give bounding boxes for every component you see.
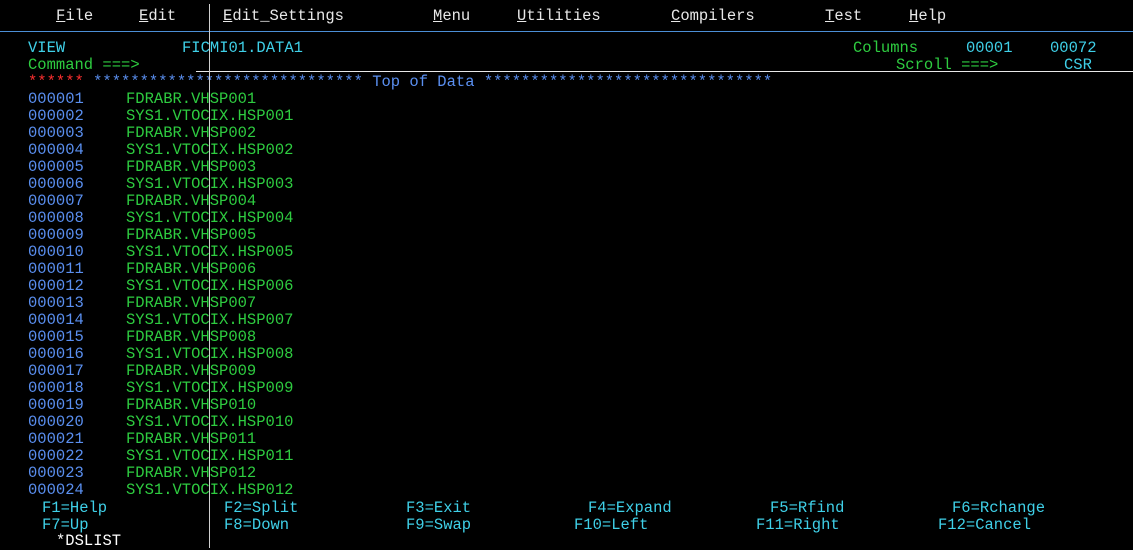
- split-cursor-bar: [209, 4, 210, 548]
- line-number[interactable]: 000015: [28, 329, 126, 346]
- line-text[interactable]: FDRABR.VHSP006: [126, 260, 256, 278]
- table-row: 000012SYS1.VTOCIX.HSP006: [28, 278, 293, 295]
- data-rows: 000001FDRABR.VHSP001 000002SYS1.VTOCIX.H…: [28, 91, 293, 499]
- line-number[interactable]: 000004: [28, 142, 126, 159]
- line-number[interactable]: 000021: [28, 431, 126, 448]
- table-row: 000009 FDRABR.VHSP005: [28, 227, 293, 244]
- table-row: 000014SYS1.VTOCIX.HSP007: [28, 312, 293, 329]
- table-row: 000011 FDRABR.VHSP006: [28, 261, 293, 278]
- table-row: 000004SYS1.VTOCIX.HSP002: [28, 142, 293, 159]
- view-mode: VIEW: [28, 39, 66, 57]
- menu-help[interactable]: Help: [909, 6, 946, 26]
- menu-menu[interactable]: Menu: [433, 6, 470, 26]
- line-number[interactable]: 000023: [28, 465, 126, 482]
- menu-utilities[interactable]: Utilities: [517, 6, 601, 26]
- fkey-f10-left[interactable]: F10=Left: [574, 517, 648, 534]
- line-text[interactable]: FDRABR.VHSP007: [126, 294, 256, 312]
- line-number[interactable]: 000020: [28, 414, 126, 431]
- menu-file[interactable]: File: [56, 6, 93, 26]
- line-text[interactable]: FDRABR.VHSP005: [126, 226, 256, 244]
- line-text[interactable]: FDRABR.VHSP003: [126, 158, 256, 176]
- menu-edit-settings[interactable]: Edit_Settings: [223, 6, 344, 26]
- menu-test[interactable]: Test: [825, 6, 862, 26]
- menu-compilers[interactable]: Compilers: [671, 6, 755, 26]
- line-number[interactable]: 000019: [28, 397, 126, 414]
- table-row: 000008SYS1.VTOCIX.HSP004: [28, 210, 293, 227]
- table-row: 000017 FDRABR.VHSP009: [28, 363, 293, 380]
- table-row: 000023 FDRABR.VHSP012: [28, 465, 293, 482]
- line-text[interactable]: FDRABR.VHSP002: [126, 124, 256, 142]
- table-row: 000019 FDRABR.VHSP010: [28, 397, 293, 414]
- line-number[interactable]: 000008: [28, 210, 126, 227]
- table-row: 000007 FDRABR.VHSP004: [28, 193, 293, 210]
- table-row: 000001 FDRABR.VHSP001: [28, 91, 293, 108]
- table-row: 000003 FDRABR.VHSP002: [28, 125, 293, 142]
- scroll-amount-field[interactable]: CSR: [1064, 57, 1092, 74]
- line-number[interactable]: 000024: [28, 482, 126, 499]
- fkey-f12-cancel[interactable]: F12=Cancel: [938, 517, 1031, 534]
- fkey-f9-swap[interactable]: F9=Swap: [406, 517, 471, 534]
- table-row: 000024SYS1.VTOCIX.HSP012: [28, 482, 293, 499]
- columns-label: Columns: [853, 39, 919, 57]
- line-number[interactable]: 000014: [28, 312, 126, 329]
- top-of-data-marker: ******: [28, 73, 84, 91]
- line-number[interactable]: 000002: [28, 108, 126, 125]
- table-row: 000015 FDRABR.VHSP008: [28, 329, 293, 346]
- dataset-name: FICMI01.DATA1: [182, 39, 303, 57]
- line-text[interactable]: FDRABR.VHSP010: [126, 396, 256, 414]
- line-number[interactable]: 000009: [28, 227, 126, 244]
- fkey-f6-rchange[interactable]: F6=Rchange: [952, 500, 1045, 517]
- command-label: Command ===>: [28, 56, 140, 74]
- fkey-f5-rfind[interactable]: F5=Rfind: [770, 500, 844, 517]
- line-number[interactable]: 000005: [28, 159, 126, 176]
- line-number[interactable]: 000011: [28, 261, 126, 278]
- table-row: 000006SYS1.VTOCIX.HSP003: [28, 176, 293, 193]
- table-row: 000018SYS1.VTOCIX.HSP009: [28, 380, 293, 397]
- line-number[interactable]: 000022: [28, 448, 126, 465]
- fkey-f11-right[interactable]: F11=Right: [756, 517, 840, 534]
- menu-bar: File Edit Edit_Settings Menu Utilities C…: [56, 6, 946, 26]
- table-row: 000020SYS1.VTOCIX.HSP010: [28, 414, 293, 431]
- fkey-f8-down[interactable]: F8=Down: [224, 517, 289, 534]
- line-number[interactable]: 000010: [28, 244, 126, 261]
- fkey-f2-split[interactable]: F2=Split: [224, 500, 298, 517]
- menu-separator: [0, 31, 1133, 32]
- line-text[interactable]: FDRABR.VHSP008: [126, 328, 256, 346]
- fkey-f4-expand[interactable]: F4=Expand: [588, 500, 672, 517]
- columns-to: 00072: [1050, 39, 1097, 57]
- line-number[interactable]: 000018: [28, 380, 126, 397]
- top-of-data-stars-left: *****************************: [93, 73, 363, 91]
- line-number[interactable]: 000003: [28, 125, 126, 142]
- top-of-data-label: Top of Data: [372, 73, 475, 91]
- table-row: 000002SYS1.VTOCIX.HSP001: [28, 108, 293, 125]
- table-row: 000005 FDRABR.VHSP003: [28, 159, 293, 176]
- line-text[interactable]: FDRABR.VHSP004: [126, 192, 256, 210]
- columns-from: 00001: [966, 39, 1013, 57]
- line-number[interactable]: 000001: [28, 91, 126, 108]
- table-row: 000013 FDRABR.VHSP007: [28, 295, 293, 312]
- line-number[interactable]: 000013: [28, 295, 126, 312]
- fkey-f1-help[interactable]: F1=Help: [42, 500, 107, 517]
- line-text[interactable]: FDRABR.VHSP009: [126, 362, 256, 380]
- line-text[interactable]: FDRABR.VHSP001: [126, 90, 256, 108]
- line-number[interactable]: 000012: [28, 278, 126, 295]
- line-text[interactable]: FDRABR.VHSP012: [126, 464, 256, 482]
- line-number[interactable]: 000017: [28, 363, 126, 380]
- table-row: 000022SYS1.VTOCIX.HSP011: [28, 448, 293, 465]
- active-panel-indicator[interactable]: *DSLIST: [56, 533, 121, 549]
- menu-edit[interactable]: Edit: [139, 6, 176, 26]
- top-of-data-line: ****** ***************************** Top…: [28, 74, 772, 91]
- line-number[interactable]: 000016: [28, 346, 126, 363]
- table-row: 000016SYS1.VTOCIX.HSP008: [28, 346, 293, 363]
- table-row: 000021 FDRABR.VHSP011: [28, 431, 293, 448]
- scroll-label: Scroll ===>: [896, 56, 999, 74]
- top-of-data-stars-right: *******************************: [483, 73, 773, 91]
- line-text[interactable]: FDRABR.VHSP011: [126, 430, 256, 448]
- fkey-f3-exit[interactable]: F3=Exit: [406, 500, 471, 517]
- line-number[interactable]: 000007: [28, 193, 126, 210]
- line-number[interactable]: 000006: [28, 176, 126, 193]
- table-row: 000010SYS1.VTOCIX.HSP005: [28, 244, 293, 261]
